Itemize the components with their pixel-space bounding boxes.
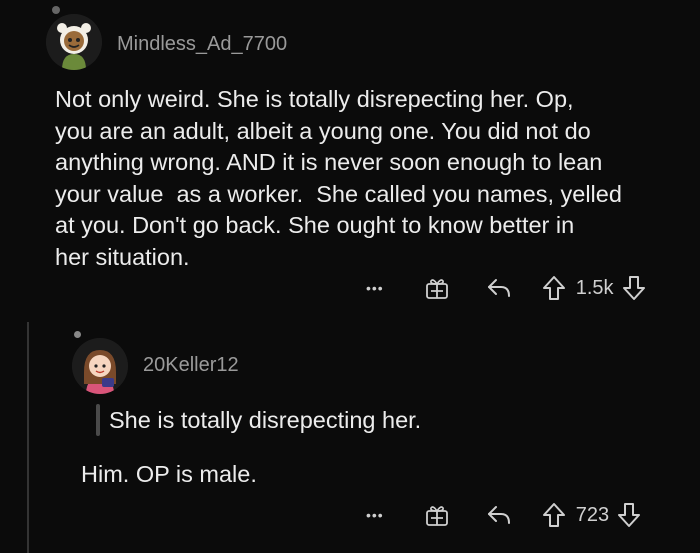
comment-actions: ••• 1.5k xyxy=(366,273,646,303)
collapse-dot[interactable] xyxy=(74,331,81,338)
avatar[interactable] xyxy=(72,338,128,394)
comment-actions: ••• 723 xyxy=(366,500,641,530)
reply-icon[interactable] xyxy=(486,504,512,526)
comment-body: Him. OP is male. xyxy=(81,461,257,487)
reply-icon[interactable] xyxy=(486,277,512,299)
avatar-image xyxy=(72,338,128,394)
quote-bar xyxy=(96,404,100,436)
avatar[interactable] xyxy=(46,14,102,70)
quoted-text: She is totally disrepecting her. xyxy=(109,407,422,433)
award-icon[interactable] xyxy=(424,502,450,528)
downvote-icon[interactable] xyxy=(617,502,641,528)
more-options-icon[interactable]: ••• xyxy=(366,507,384,523)
vote-count: 723 xyxy=(575,503,610,526)
vote-count: 1.5k xyxy=(575,276,614,299)
downvote-icon[interactable] xyxy=(622,275,646,301)
username[interactable]: Mindless_Ad_7700 xyxy=(117,33,287,56)
upvote-icon[interactable] xyxy=(542,502,566,528)
comment-body: Not only weird. She is totally disrepect… xyxy=(55,86,622,270)
thread-line[interactable] xyxy=(27,322,29,553)
more-options-icon[interactable]: ••• xyxy=(366,280,384,296)
avatar-image xyxy=(46,14,102,70)
collapse-dot[interactable] xyxy=(52,6,60,14)
upvote-icon[interactable] xyxy=(542,275,566,301)
username[interactable]: 20Keller12 xyxy=(143,354,239,377)
award-icon[interactable] xyxy=(424,275,450,301)
